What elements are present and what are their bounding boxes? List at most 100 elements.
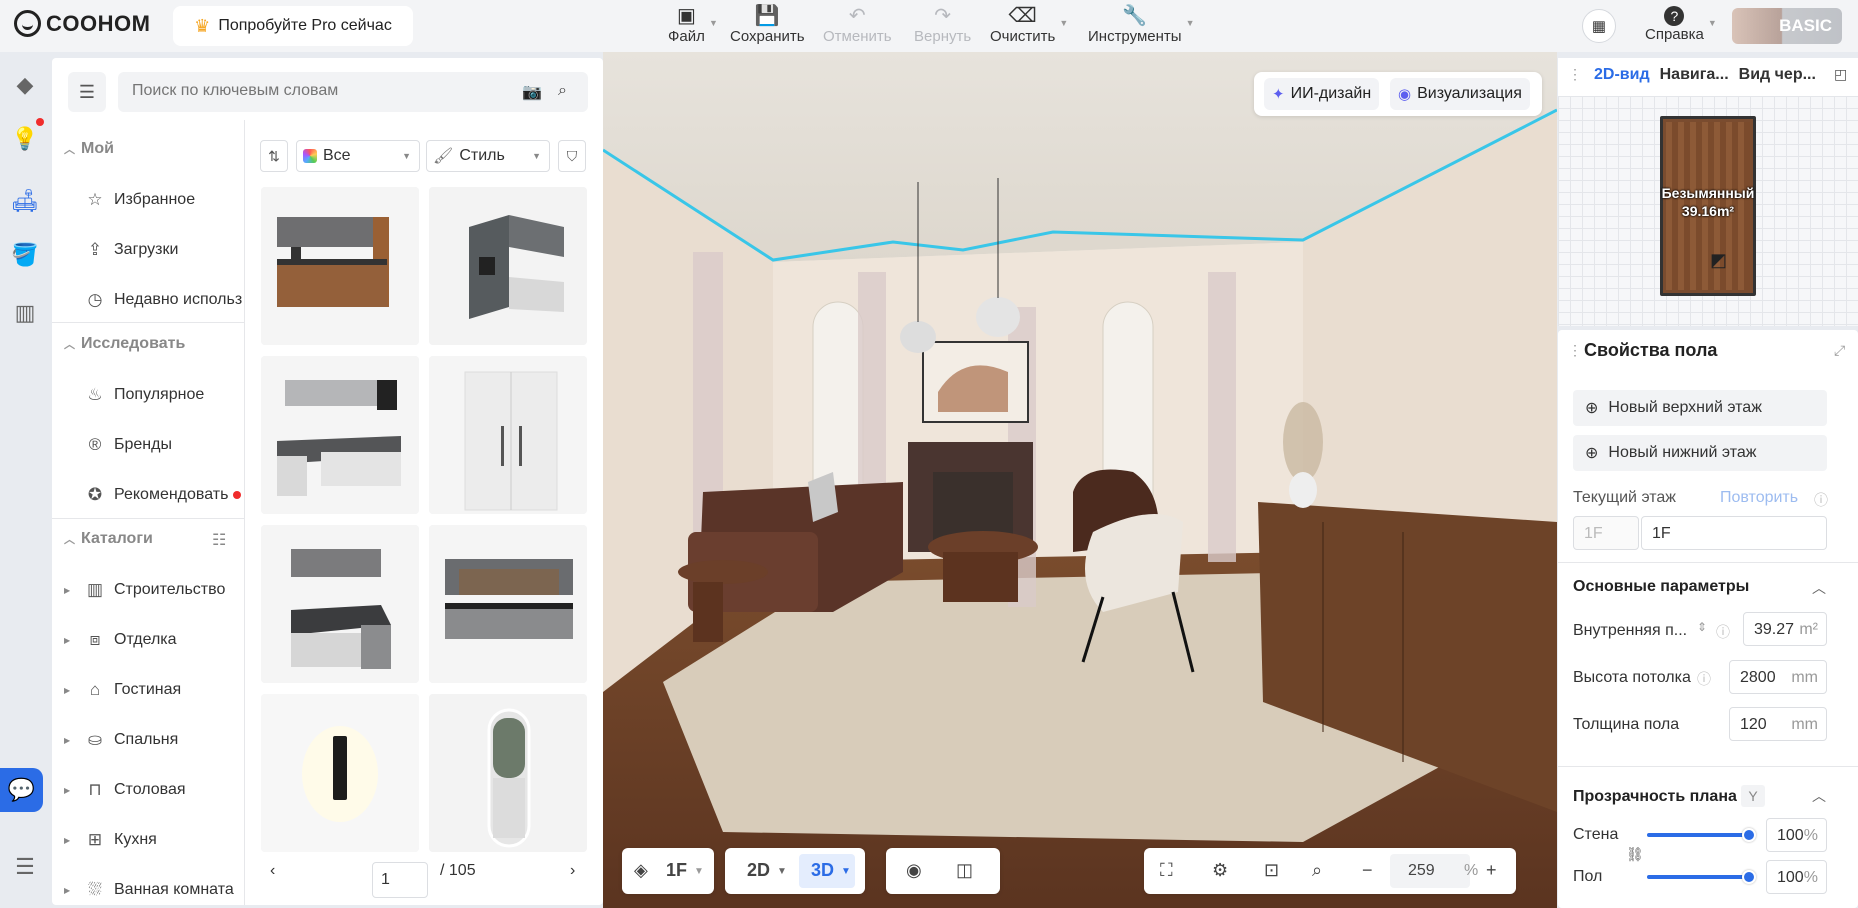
nav-item-popular[interactable]: ♨ Популярное [84,385,204,405]
expand-minimap-icon[interactable]: ◰ [1834,66,1847,83]
catalog-item-finishing[interactable]: ▶ ⧈ Отделка [64,630,177,650]
fit-selection-icon[interactable]: ⛶ [1160,860,1173,881]
floorplan-tool[interactable]: ▥ [10,298,40,328]
section-my[interactable]: ︿ Мой [64,140,114,158]
ai-design-button[interactable]: ✦ ИИ-дизайн [1264,78,1380,110]
camera-settings-icon[interactable]: ⚙ [1212,860,1228,881]
redo-button[interactable]: ↷ Вернуть [914,4,971,45]
catalog-item-kitchen[interactable]: ▶ ⊞ Кухня [64,830,157,850]
camera-marker-icon[interactable]: ◩ [1710,250,1727,271]
prev-page-button[interactable]: ‹ [270,862,275,880]
filter-button[interactable]: ⛉ [558,140,586,172]
catalog-item-construction[interactable]: ▶ ▥ Строительство [64,580,225,600]
inner-area-field[interactable]: 39.27 m² [1743,612,1827,646]
next-page-button[interactable]: › [570,862,575,880]
focus-icon[interactable]: ⊡ [1264,860,1279,881]
help-menu[interactable]: ? Справка ▼ [1645,4,1717,43]
eye-icon[interactable]: ◉ [906,860,922,881]
floor-opacity-handle[interactable] [1742,870,1756,884]
floor-name-input[interactable]: 1F [1641,516,1827,550]
sofa-icon: 🛋 [11,188,39,213]
new-upper-floor-button[interactable]: ⊕ Новый верхний этаж [1573,390,1827,426]
pro-trial-button[interactable]: ♛ Попробуйте Pro сейчас [173,6,413,46]
nav-item-recommended[interactable]: ✪ Рекомендовать [84,485,229,505]
wall-opacity-slider[interactable] [1647,833,1749,837]
product-thumbnail[interactable] [261,525,419,683]
chevron-up-icon[interactable]: ︿ [1812,578,1826,598]
color-filter[interactable]: Все ▼ [296,140,420,172]
catalog-settings-icon[interactable]: ☷ [212,530,226,550]
catalog-item-bedroom[interactable]: ▶ ⛀ Спальня [64,730,178,750]
list-tool[interactable]: ☰ [10,852,40,882]
floor-opacity-field[interactable]: 100% [1766,860,1827,894]
sort-icon[interactable]: ⇕ [1697,620,1707,634]
app-logo[interactable]: COOHOM [14,10,150,37]
3d-viewport[interactable] [603,52,1557,908]
view-2d-button[interactable]: 2D [747,860,770,881]
furniture-tool[interactable]: 🛋 [10,186,40,216]
chevron-up-icon[interactable]: ︿ [1812,786,1826,806]
zoom-value[interactable]: 259 [1408,862,1435,880]
zoom-in-icon[interactable]: + [1486,860,1497,881]
search-icon[interactable]: ⌕ [558,82,567,100]
sort-button[interactable]: ⇅ [260,140,288,172]
user-account[interactable]: BASIC [1732,8,1842,44]
nav-item-favorites[interactable]: ☆ Избранное [84,190,195,210]
catalog-item-label: Отделка [114,631,177,648]
product-thumbnail[interactable] [429,187,587,345]
catalog-item-bathroom[interactable]: ▶ ⛆ Ванная комната [64,880,234,900]
floor-thickness-field[interactable]: 120 mm [1729,707,1827,741]
tools-menu[interactable]: 🔧 Инструменты ▼ [1088,4,1195,45]
cube-icon[interactable]: ◫ [956,860,973,881]
nav-item-uploads[interactable]: ⇪ Загрузки [84,240,179,260]
link-icon[interactable]: ⛓ [1626,846,1644,863]
floor-opacity-slider[interactable] [1647,875,1749,879]
zoom-out-icon[interactable]: − [1362,860,1373,881]
chat-button[interactable]: 💬 [0,768,43,812]
product-thumbnail[interactable] [261,356,419,514]
render-button[interactable]: ◉ Визуализация [1390,78,1530,110]
tab-2d-view[interactable]: 2D-вид [1594,66,1650,84]
style-filter[interactable]: 🖌 Стиль ▼ [426,140,550,172]
nav-item-recent[interactable]: ◷ Недавно использ [84,290,243,310]
nav-item-brands[interactable]: ® Бренды [84,435,172,455]
camera-icon[interactable]: 📷 [522,82,542,102]
tab-drawing-view[interactable]: Вид чер... [1739,66,1816,84]
calendar-button[interactable]: ▦ [1582,9,1616,43]
basic-params-header[interactable]: Основные параметры [1573,578,1749,596]
zoom-area-icon[interactable]: ⌕ [1312,860,1322,881]
repeat-link[interactable]: Повторить [1720,489,1798,507]
build-tool[interactable]: ◆ [10,70,40,100]
section-catalogs[interactable]: ︿ Каталоги [64,530,153,548]
materials-tool[interactable]: 🪣 [10,240,40,270]
wall-opacity-handle[interactable] [1742,828,1756,842]
product-thumbnail[interactable] [261,694,419,852]
section-explore[interactable]: ︿ Исследовать [64,335,185,353]
search-input[interactable] [132,82,502,100]
clear-button[interactable]: ⌫ Очистить ▼ [990,4,1068,45]
catalog-item-dining[interactable]: ▶ ⊓ Столовая [64,780,186,800]
product-thumbnail[interactable] [429,356,587,514]
catalog-item-living[interactable]: ▶ ⌂ Гостиная [64,680,181,700]
ideas-tool[interactable]: 💡 [10,124,40,154]
expand-icon[interactable]: ⤢ [1834,342,1845,359]
product-thumbnail[interactable] [261,187,419,345]
product-thumbnail[interactable] [429,694,587,852]
page-input[interactable]: 1 [372,862,428,898]
drag-handle-icon[interactable]: ⋮ [1568,66,1582,83]
view-3d-button[interactable]: 3D [811,860,834,881]
collapse-panel-button[interactable]: ☰ [68,72,106,112]
save-button[interactable]: 💾 Сохранить [730,4,805,45]
undo-button[interactable]: ↶ Отменить [823,4,892,45]
file-menu[interactable]: ▣ Файл ▼ [668,4,718,45]
new-lower-floor-button[interactable]: ⊕ Новый нижний этаж [1573,435,1827,471]
percent-unit: % [1803,827,1818,844]
ceiling-height-field[interactable]: 2800 mm [1729,660,1827,694]
transparency-header[interactable]: Прозрачность плана [1573,788,1737,806]
floor-selector[interactable]: ◈ 1F ▼ [622,848,714,894]
tab-navigation[interactable]: Навига... [1660,66,1729,84]
drag-handle-icon[interactable]: ⋮ [1568,342,1582,359]
wall-opacity-field[interactable]: 100% [1766,818,1827,852]
product-thumbnail[interactable] [429,525,587,683]
help-label: Справка [1645,26,1704,43]
